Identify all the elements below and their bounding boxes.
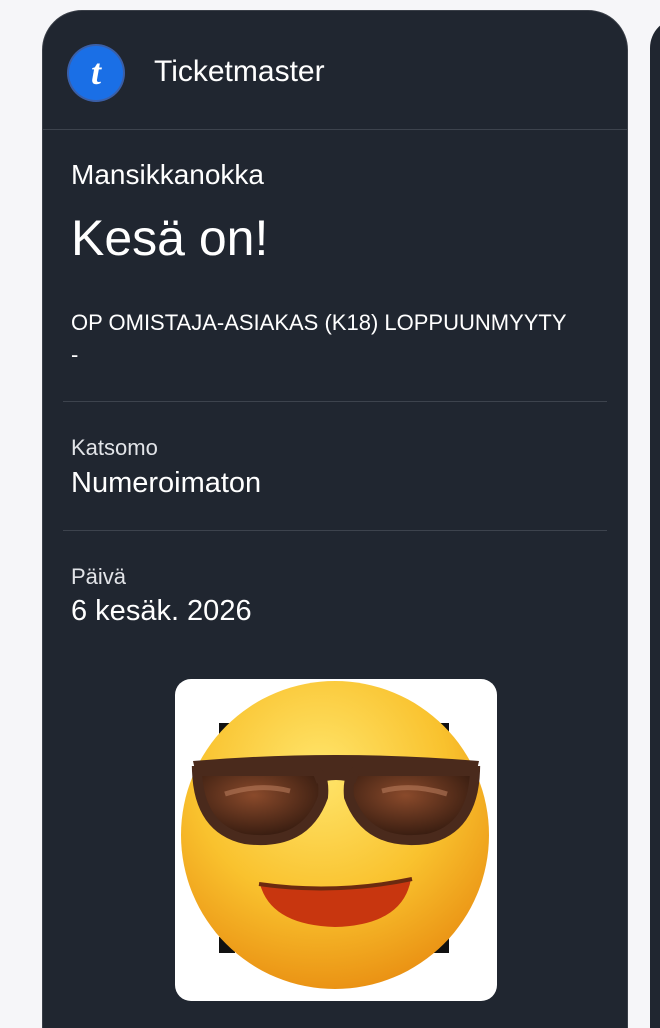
ticket-header: t Ticketmaster — [43, 11, 627, 130]
logo-letter: t — [90, 52, 101, 92]
date-label: Päivä — [71, 564, 127, 589]
brand-name: Ticketmaster — [154, 55, 325, 88]
date-value: 6 kesäk. 2026 — [71, 595, 252, 627]
section-label: Katsomo — [71, 435, 158, 460]
ticket-type-line-1: OP OMISTAJA-ASIAKAS (K18) LOPPUUNMYYTY — [71, 310, 567, 335]
ticketmaster-logo-icon: t — [69, 46, 123, 100]
next-ticket-card-edge[interactable] — [650, 18, 660, 1028]
smiling-face-with-sunglasses-icon — [181, 681, 489, 989]
ticket-card[interactable]: t Ticketmaster Mansikkanokka Kesä on! OP… — [42, 10, 628, 1028]
event-title: Kesä on! — [71, 210, 269, 266]
divider — [63, 401, 607, 402]
screen: t Ticketmaster Mansikkanokka Kesä on! OP… — [0, 0, 660, 1028]
venue-name: Mansikkanokka — [71, 159, 264, 190]
ticket-type-line-2: - — [71, 342, 79, 367]
ticket-code — [175, 679, 497, 1001]
section-value: Numeroimaton — [71, 467, 262, 499]
ticket-type: OP OMISTAJA-ASIAKAS (K18) LOPPUUNMYYTY - — [71, 307, 591, 371]
divider — [63, 530, 607, 531]
